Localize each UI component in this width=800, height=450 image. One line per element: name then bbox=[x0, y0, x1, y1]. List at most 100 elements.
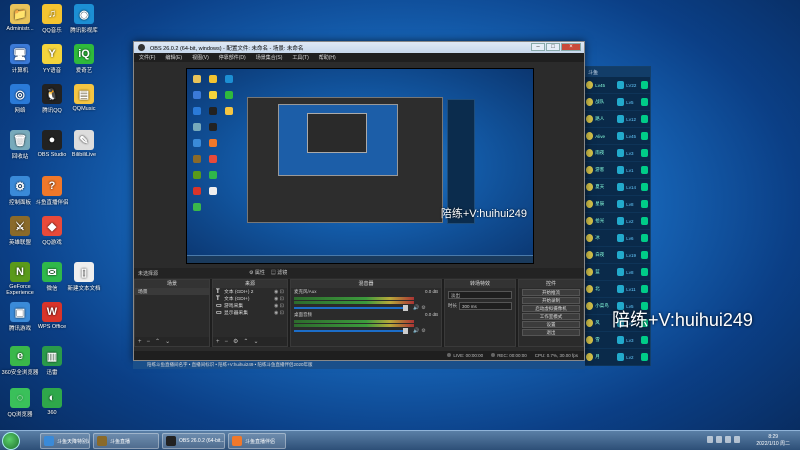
side-app-row[interactable]: 夏天 Lv14 bbox=[584, 179, 650, 196]
filters-button[interactable]: ▤ 滤镜 bbox=[271, 269, 287, 276]
control-button[interactable]: 退出 bbox=[522, 329, 580, 336]
desktop-icon[interactable]: ✎ BilibiliLive bbox=[64, 130, 104, 158]
eye-icon[interactable]: ◉ ⊡ bbox=[274, 310, 284, 316]
audio-mixer-dock[interactable]: 混音器 麦克风/Aux 0.0 dB 🔊 ⚙ 桌面音频 0.0 dB 🔊 ⚙ bbox=[290, 279, 442, 347]
desktop-icon[interactable]: ? 斗鱼直播伴侣 bbox=[32, 176, 72, 206]
side-app-row[interactable]: 蓝 Lv8 bbox=[584, 264, 650, 281]
move-up-icon[interactable]: ⌃ bbox=[243, 338, 248, 345]
desktop-icon[interactable]: W WPS Office bbox=[32, 302, 72, 330]
menu-item[interactable]: 帮助(H) bbox=[319, 54, 336, 61]
preview-nested-canvas bbox=[278, 104, 398, 176]
user-name: 雪 bbox=[595, 337, 600, 342]
side-app-row[interactable]: 拾光 Lv2 bbox=[584, 213, 650, 230]
controls-dock[interactable]: 控件 开始推流 开始录制 启动虚拟摄像机 工作室模式 设置 退出 bbox=[518, 279, 584, 347]
close-button[interactable]: × bbox=[561, 43, 581, 51]
tray-icon[interactable] bbox=[707, 436, 713, 443]
tray-icon[interactable] bbox=[725, 436, 731, 443]
menu-item[interactable]: 文件(F) bbox=[139, 54, 155, 61]
side-app-row[interactable]: 白夜 Lv19 bbox=[584, 247, 650, 264]
control-button[interactable]: 开始录制 bbox=[522, 297, 580, 304]
duration-input[interactable]: 300 ms bbox=[459, 302, 512, 310]
menu-item[interactable]: 编辑(E) bbox=[165, 54, 182, 61]
obs-title-bar[interactable]: OBS 26.0.2 (64-bit, windows) - 配置文件: 未命名… bbox=[134, 42, 584, 53]
obs-app-icon bbox=[138, 44, 145, 51]
move-down-icon[interactable]: ⌄ bbox=[253, 338, 258, 345]
clock[interactable]: 8:29 2022/1/10 周二 bbox=[756, 434, 790, 448]
side-app-row[interactable]: 北 Lv11 bbox=[584, 281, 650, 298]
remove-icon[interactable]: − bbox=[225, 339, 229, 345]
source-item[interactable]: T 文本 (GDI+) 2 ◉ ⊡ bbox=[213, 288, 287, 296]
control-button[interactable]: 启动虚拟摄像机 bbox=[522, 305, 580, 312]
add-icon[interactable]: + bbox=[216, 339, 220, 345]
menu-item[interactable]: 停靠部件(D) bbox=[219, 54, 246, 61]
side-app-row[interactable]: 战队 Lv5 bbox=[584, 94, 650, 111]
gear-icon[interactable]: ⚙ bbox=[421, 328, 425, 334]
desktop-icon[interactable]: iQ 爱奇艺 bbox=[64, 44, 104, 74]
control-button[interactable]: 开始推流 bbox=[522, 289, 580, 296]
desktop-icon[interactable]: ◉ 腾讯影视库 bbox=[64, 4, 104, 34]
source-item[interactable]: ▭ 显示器采集 ◉ ⊡ bbox=[213, 309, 287, 317]
side-app-row[interactable]: 游客 Lv1 bbox=[584, 162, 650, 179]
sources-dock[interactable]: 来源 T 文本 (GDI+) 2 ◉ ⊡ T 文本 (GDI+) ◉ ⊡ ▭ 游戏采集 ◉ ⊡ ▭… bbox=[212, 279, 288, 347]
side-app-row[interactable]: 冰 Lv6 bbox=[584, 230, 650, 247]
move-down-icon[interactable]: ⌄ bbox=[165, 338, 170, 345]
volume-slider[interactable] bbox=[294, 328, 408, 334]
start-button[interactable] bbox=[2, 432, 20, 450]
badge-icon bbox=[617, 81, 625, 89]
taskbar-button[interactable]: 斗鱼天降特别通道_B... bbox=[40, 433, 90, 449]
control-button[interactable]: 设置 bbox=[522, 321, 580, 328]
background-window-strip[interactable]: 陪练斗鱼直播间名字 • 直播间标识 • 陪练+V:huihui249 • 陪练斗… bbox=[133, 361, 585, 369]
user-name: 路人 bbox=[595, 116, 605, 121]
obs-window[interactable]: OBS 26.0.2 (64-bit, windows) - 配置文件: 未命名… bbox=[133, 41, 585, 361]
desktop-icon-label: BilibiliLive bbox=[71, 152, 97, 158]
obs-preview-canvas[interactable]: 陪练+V:huihui249 bbox=[186, 68, 534, 264]
speaker-icon[interactable]: 🔊 bbox=[413, 305, 419, 311]
gift-icon bbox=[640, 166, 648, 174]
add-icon[interactable]: + bbox=[138, 339, 142, 345]
transition-select[interactable]: 淡出 bbox=[448, 291, 512, 299]
gear-icon[interactable]: ⚙ bbox=[233, 338, 238, 345]
menu-item[interactable]: 视图(V) bbox=[192, 54, 209, 61]
minimize-button[interactable]: – bbox=[531, 43, 545, 51]
volume-slider[interactable] bbox=[294, 305, 408, 311]
tray-icon[interactable] bbox=[734, 436, 740, 443]
desktop-icon[interactable]: ▤ QQMusic bbox=[64, 84, 104, 112]
remove-icon[interactable]: − bbox=[147, 339, 151, 345]
desktop-icon[interactable]: ▥ 迅雷 bbox=[32, 346, 72, 376]
scenes-dock[interactable]: 场景 场景 + − ⌃ ⌄ bbox=[134, 279, 210, 347]
control-button[interactable]: 工作室模式 bbox=[522, 313, 580, 320]
desktop-icon[interactable]: ◐ 360 bbox=[32, 388, 72, 416]
tray-icon[interactable] bbox=[716, 436, 722, 443]
eye-icon[interactable]: ◉ ⊡ bbox=[274, 289, 284, 295]
side-app-row[interactable]: Lv45 LV22 bbox=[584, 77, 650, 94]
properties-button[interactable]: ⚙ 属性 bbox=[249, 269, 265, 276]
desktop-icon[interactable]: ◆ QQ游戏 bbox=[32, 216, 72, 246]
speaker-icon[interactable]: 🔊 bbox=[413, 328, 419, 334]
badge-icon bbox=[617, 200, 625, 208]
side-app-row[interactable]: 雨夜 Lv3 bbox=[584, 145, 650, 162]
side-app-row[interactable]: Alive Lv45 bbox=[584, 128, 650, 145]
transitions-dock[interactable]: 转场特效 淡出 时长 300 ms bbox=[444, 279, 516, 347]
taskbar-button[interactable]: 斗鱼直播 bbox=[93, 433, 159, 449]
scene-item[interactable]: 场景 bbox=[135, 288, 209, 295]
user-name: 游客 bbox=[595, 167, 605, 172]
source-item[interactable]: T 文本 (GDI+) ◉ ⊡ bbox=[213, 295, 287, 303]
taskbar-button[interactable]: 斗鱼直播伴侣 bbox=[228, 433, 286, 449]
desktop-icon[interactable]: ▯ 新建文本文档 bbox=[64, 262, 104, 292]
source-item[interactable]: ▭ 游戏采集 ◉ ⊡ bbox=[213, 302, 287, 310]
taskbar-button[interactable]: OBS 26.0.2 (64-bit... bbox=[162, 433, 225, 449]
side-app-row[interactable]: 月 Lv2 bbox=[584, 349, 650, 366]
menu-item[interactable]: 工具(T) bbox=[292, 54, 308, 61]
move-up-icon[interactable]: ⌃ bbox=[155, 338, 160, 345]
gear-icon[interactable]: ⚙ bbox=[421, 305, 425, 311]
cpu-status: CPU: 0.7%, 30.00 fps bbox=[534, 353, 578, 358]
side-app-row[interactable]: 路人 Lv12 bbox=[584, 111, 650, 128]
side-app-row[interactable]: 雪 Lv3 bbox=[584, 332, 650, 349]
maximize-button[interactable]: □ bbox=[546, 43, 560, 51]
gift-icon bbox=[640, 234, 648, 242]
eye-icon[interactable]: ◉ ⊡ bbox=[274, 303, 284, 309]
eye-icon[interactable]: ◉ ⊡ bbox=[274, 296, 284, 302]
app-icon: ◎ bbox=[10, 84, 30, 104]
menu-item[interactable]: 场景集合(S) bbox=[256, 54, 283, 61]
side-app-row[interactable]: 星辰 Lv8 bbox=[584, 196, 650, 213]
